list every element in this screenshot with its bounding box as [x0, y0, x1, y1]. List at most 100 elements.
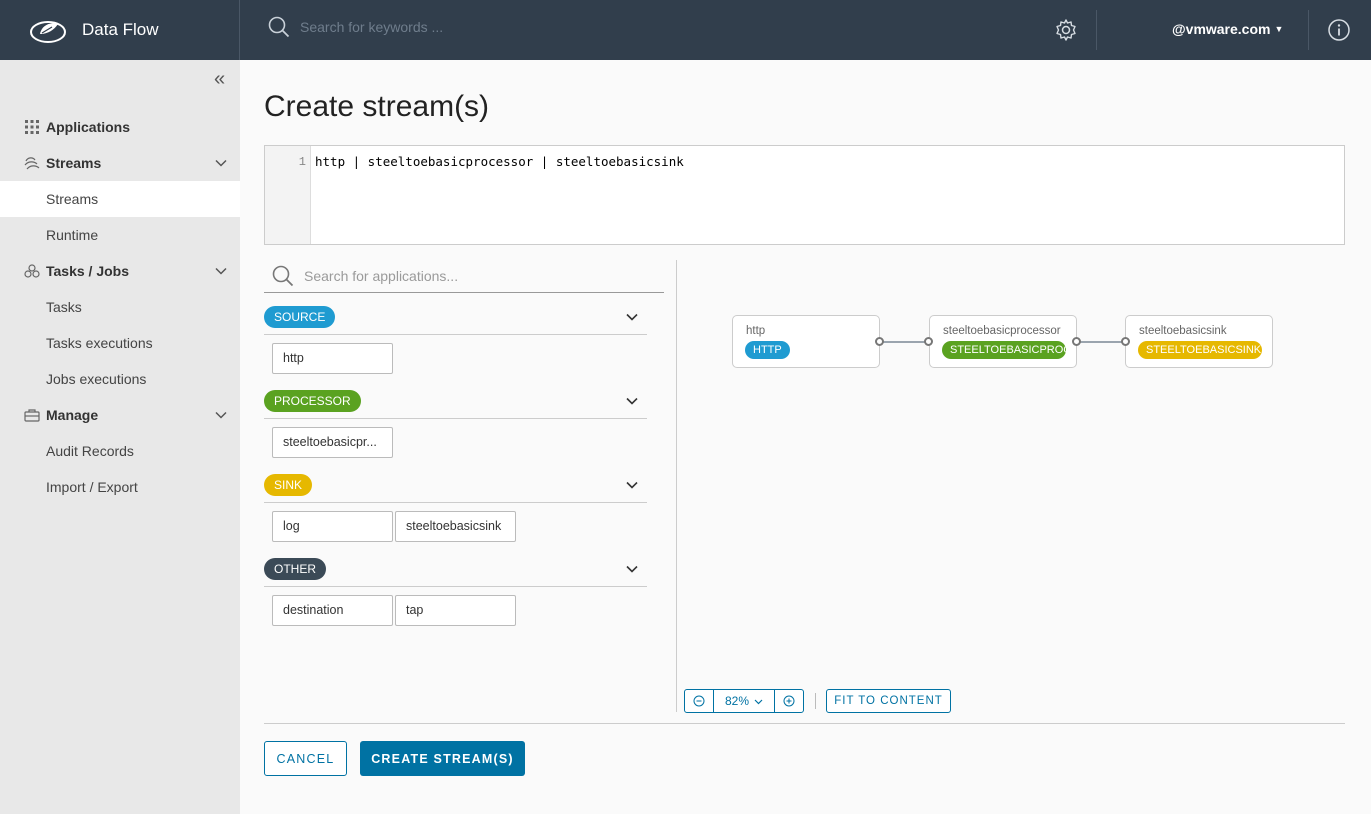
sidebar-item-label: Tasks executions [46, 335, 153, 351]
category-badge: SINK [264, 474, 313, 496]
stream-definition-code[interactable]: http | steeltoebasicprocessor | steeltoe… [315, 154, 684, 169]
zoom-out-button[interactable] [684, 689, 714, 713]
app-tile-destination[interactable]: destination [272, 595, 393, 626]
briefcase-icon [24, 407, 40, 423]
chevron-down-icon[interactable] [214, 156, 228, 170]
sidebar-item-label: Applications [46, 119, 131, 135]
category-badge: PROCESSOR [264, 390, 361, 412]
sidebar-group-streams[interactable]: Streams [0, 145, 240, 181]
palette-search[interactable] [264, 260, 664, 293]
search-icon [272, 265, 294, 287]
node-name: http [746, 325, 766, 337]
category-sink[interactable]: SINK [264, 473, 647, 503]
app-tile-log[interactable]: log [272, 511, 393, 542]
sidebar-item-label: Streams [46, 191, 99, 207]
fit-to-content-button[interactable]: FIT TO CONTENT [826, 689, 951, 713]
node-name: steeltoebasicprocessor [943, 325, 1061, 337]
app-tile-steeltoebasicprocessor[interactable]: steeltoebasicpr... [272, 427, 393, 458]
chevron-down-icon [754, 699, 763, 704]
sidebar-item-jobs-executions[interactable]: Jobs executions [0, 361, 240, 397]
sidebar-group-label: Tasks / Jobs [46, 263, 130, 279]
palette-search-input[interactable] [304, 268, 644, 284]
brand[interactable]: Data Flow [0, 0, 240, 60]
node-type-badge: STEELTOEBASICPROC... [942, 341, 1066, 359]
sidebar-item-applications[interactable]: Applications [0, 109, 240, 145]
zoom-level: 82% [724, 694, 750, 708]
info-icon[interactable] [1327, 18, 1351, 42]
output-port[interactable] [875, 337, 884, 346]
app-tile-steeltoebasicsink[interactable]: steeltoebasicsink [395, 511, 516, 542]
search-icon [268, 16, 290, 38]
sidebar-item-label: Runtime [46, 227, 99, 243]
category-processor[interactable]: PROCESSOR [264, 389, 647, 419]
node-type-badge: STEELTOEBASICSINK [1138, 341, 1262, 359]
zoom-in-icon [783, 695, 795, 707]
sidebar-item-import-export[interactable]: Import / Export [0, 469, 240, 505]
sidebar-item-tasks[interactable]: Tasks [0, 289, 240, 325]
grid-icon [24, 119, 40, 135]
global-search[interactable] [268, 16, 600, 38]
output-port[interactable] [1072, 337, 1081, 346]
chevron-down-icon[interactable] [625, 394, 639, 408]
line-number: 1 [298, 155, 306, 169]
sidebar-item-streams[interactable]: Streams [0, 181, 240, 217]
zoom-level-select[interactable]: 82% [714, 689, 774, 713]
footer-divider [264, 723, 1345, 724]
main-content: Create stream(s) 1 http | steeltoebasicp… [240, 60, 1371, 814]
sidebar-item-label: Import / Export [46, 479, 138, 495]
flow-node-steeltoebasicsink[interactable]: steeltoebasicsink STEELTOEBASICSINK [1125, 315, 1273, 368]
sidebar-group-manage[interactable]: Manage [0, 397, 240, 433]
node-name: steeltoebasicsink [1139, 325, 1227, 337]
input-port[interactable] [1121, 337, 1130, 346]
sidebar-group-label: Manage [46, 407, 99, 423]
chevron-down-icon[interactable] [625, 310, 639, 324]
flow-connection[interactable] [1077, 341, 1125, 343]
chevron-down-icon: ▼ [1274, 24, 1284, 34]
user-menu[interactable]: @vmware.com ▼ [1172, 21, 1283, 37]
flow-node-steeltoebasicprocessor[interactable]: steeltoebasicprocessor STEELTOEBASICPROC… [929, 315, 1077, 368]
zoom-out-icon [693, 695, 705, 707]
category-badge: OTHER [264, 558, 326, 580]
header-divider [1308, 10, 1309, 50]
flow-canvas[interactable]: http HTTP steeltoebasicprocessor STEELTO… [677, 260, 1345, 712]
tasks-icon [24, 263, 40, 279]
sidebar-item-label: Jobs executions [46, 371, 147, 387]
category-source[interactable]: SOURCE [264, 305, 647, 335]
cancel-button[interactable]: CANCEL [264, 741, 347, 776]
sidebar-item-tasks-executions[interactable]: Tasks executions [0, 325, 240, 361]
spring-logo-icon [30, 21, 66, 43]
app-title: Data Flow [82, 20, 159, 39]
sidebar-item-audit-records[interactable]: Audit Records [0, 433, 240, 469]
collapse-sidebar-icon[interactable]: « [214, 68, 225, 91]
editor-gutter: 1 [265, 146, 311, 244]
page-title: Create stream(s) [264, 90, 490, 123]
zoom-in-button[interactable] [774, 689, 804, 713]
sidebar-item-label: Audit Records [46, 443, 134, 459]
app-tile-http[interactable]: http [272, 343, 393, 374]
chevron-down-icon[interactable] [214, 264, 228, 278]
category-badge: SOURCE [264, 306, 336, 328]
chevron-down-icon[interactable] [214, 408, 228, 422]
toolbar-divider [815, 693, 816, 709]
global-search-input[interactable] [300, 19, 600, 35]
category-other[interactable]: OTHER [264, 557, 647, 587]
sidebar-group-label: Streams [46, 155, 102, 171]
sidebar: « Applications Streams Streams Runtime T… [0, 60, 240, 814]
sidebar-group-tasks-jobs[interactable]: Tasks / Jobs [0, 253, 240, 289]
chevron-down-icon[interactable] [625, 562, 639, 576]
header-divider [1096, 10, 1097, 50]
stream-dsl-editor[interactable]: 1 http | steeltoebasicprocessor | steelt… [264, 145, 1345, 245]
create-streams-button[interactable]: CREATE STREAM(S) [360, 741, 525, 776]
sidebar-item-runtime[interactable]: Runtime [0, 217, 240, 253]
user-email: @vmware.com [1172, 21, 1271, 37]
node-type-badge: HTTP [745, 341, 790, 359]
input-port[interactable] [924, 337, 933, 346]
sidebar-item-label: Tasks [46, 299, 82, 315]
streams-icon [24, 155, 40, 171]
gear-icon[interactable] [1054, 18, 1078, 42]
zoom-controls: 82% [684, 689, 804, 713]
chevron-down-icon[interactable] [625, 478, 639, 492]
app-tile-tap[interactable]: tap [395, 595, 516, 626]
flow-connection[interactable] [880, 341, 929, 343]
flow-node-http[interactable]: http HTTP [732, 315, 880, 368]
